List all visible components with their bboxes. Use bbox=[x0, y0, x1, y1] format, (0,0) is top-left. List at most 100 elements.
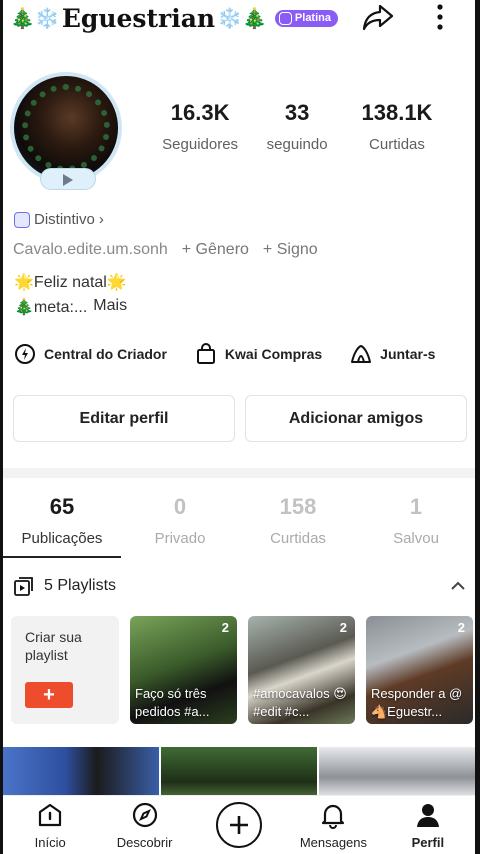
title-decoration-left: 🎄❄️ bbox=[10, 6, 60, 30]
tab-count: 0 bbox=[173, 494, 187, 519]
tab-count: 158 bbox=[279, 494, 317, 519]
nav-create[interactable] bbox=[192, 796, 286, 854]
person-icon bbox=[416, 804, 439, 827]
live-play-icon bbox=[40, 168, 96, 190]
platina-badge[interactable]: Platina bbox=[274, 9, 338, 27]
screen-edge-left bbox=[0, 0, 3, 854]
playlists-header[interactable]: 5 Playlists bbox=[14, 574, 466, 598]
avatar-container[interactable] bbox=[10, 72, 126, 192]
add-gender-button[interactable]: + Gênero bbox=[182, 241, 249, 259]
plus-icon bbox=[230, 816, 249, 834]
playlist-caption: #amocavalos 😍 #edit #c... bbox=[253, 686, 347, 719]
create-playlist-card[interactable]: Criar sua playlist + bbox=[11, 616, 119, 724]
tab-label: Privado bbox=[154, 530, 206, 547]
playlist-count: 2 bbox=[221, 620, 229, 635]
tab-private[interactable]: 0 Privado bbox=[121, 494, 239, 558]
screen-edge-right bbox=[475, 0, 480, 854]
tab-count: 65 bbox=[49, 494, 75, 519]
nav-messages-label: Mensagens bbox=[299, 835, 368, 850]
following-count: 33 bbox=[284, 100, 310, 125]
playlist-caption: Responder a @🐴Eguestr... bbox=[371, 686, 463, 719]
nav-discover-label: Descobrir bbox=[116, 835, 173, 850]
playlist-carousel: Criar sua playlist + 2 Faço só três pedi… bbox=[11, 616, 475, 724]
create-playlist-label: Criar sua playlist bbox=[25, 629, 82, 663]
profile-title: 🎄❄️ Eguestrian ❄️🎄 bbox=[8, 4, 269, 33]
bio-more-link[interactable]: Mais bbox=[93, 297, 127, 317]
create-button bbox=[216, 802, 263, 848]
bio-line-1: 🌟Feliz natal🌟 bbox=[14, 274, 127, 291]
profile-name: Eguestrian bbox=[61, 3, 216, 33]
title-decoration-right: ❄️🎄 bbox=[217, 6, 267, 30]
create-playlist-button[interactable]: + bbox=[25, 682, 73, 708]
video-thumbnail[interactable] bbox=[3, 747, 159, 797]
bottom-navigation: Início Descobrir Mensagens Perfil bbox=[3, 795, 475, 854]
playlists-count-label: 5 Playlists bbox=[44, 577, 117, 594]
share-button[interactable] bbox=[360, 0, 396, 34]
tab-likes[interactable]: 158 Curtidas bbox=[239, 494, 357, 558]
profile-link[interactable]: Cavalo.edite.um.sonh bbox=[13, 241, 168, 259]
video-thumbnail[interactable] bbox=[161, 747, 317, 797]
creator-center-shortcut[interactable]: Central do Criador bbox=[14, 340, 167, 368]
edit-profile-button[interactable]: Editar perfil bbox=[13, 395, 235, 442]
likes-label: Curtidas bbox=[369, 136, 425, 153]
following-stat[interactable]: 33 seguindo bbox=[260, 100, 334, 153]
kwai-shopping-shortcut[interactable]: Kwai Compras bbox=[195, 340, 322, 368]
tab-count: 1 bbox=[409, 494, 423, 519]
wreath-decoration bbox=[22, 84, 110, 172]
creator-center-icon bbox=[15, 344, 35, 364]
chevron-right-icon: › bbox=[98, 211, 104, 228]
tab-publications[interactable]: 65 Publicações bbox=[3, 494, 121, 558]
nav-profile-label: Perfil bbox=[411, 835, 445, 850]
shortcut-row: Central do Criador Kwai Compras Juntar-s bbox=[14, 340, 476, 368]
tab-label: Salvou bbox=[393, 530, 439, 547]
playlist-item[interactable]: 2 Responder a @🐴Eguestr... bbox=[366, 616, 473, 724]
tab-label: Curtidas bbox=[270, 530, 326, 547]
following-label: seguindo bbox=[266, 136, 328, 153]
add-friends-button[interactable]: Adicionar amigos bbox=[245, 395, 467, 442]
video-thumbnail[interactable] bbox=[319, 747, 475, 797]
followers-count: 16.3K bbox=[170, 100, 230, 125]
likes-count: 138.1K bbox=[361, 100, 433, 125]
top-bar: 🎄❄️ Eguestrian ❄️🎄 Platina bbox=[8, 0, 472, 36]
bio-line-2: 🎄meta:... Mais bbox=[14, 297, 127, 317]
playlist-item[interactable]: 2 #amocavalos 😍 #edit #c... bbox=[248, 616, 355, 724]
join-shortcut[interactable]: Juntar-s bbox=[350, 340, 435, 368]
distintivo-label: Distintivo bbox=[34, 211, 95, 228]
chevron-up-icon[interactable] bbox=[450, 580, 466, 592]
section-divider bbox=[3, 468, 475, 478]
playlist-caption: Faço só três pedidos #a... bbox=[135, 686, 210, 719]
nav-profile[interactable]: Perfil bbox=[381, 796, 475, 854]
creator-center-label: Central do Criador bbox=[44, 346, 167, 362]
tab-label: Publicações bbox=[21, 530, 103, 547]
join-label: Juntar-s bbox=[380, 346, 436, 362]
nav-messages[interactable]: Mensagens bbox=[286, 796, 380, 854]
followers-label: Seguidores bbox=[162, 136, 239, 153]
distintivo-link[interactable]: Distintivo › bbox=[14, 211, 104, 228]
home-icon bbox=[39, 803, 62, 827]
profile-stats: 16.3K Seguidores 33 seguindo 138.1K Curt… bbox=[140, 100, 460, 153]
kwai-shopping-label: Kwai Compras bbox=[224, 346, 323, 362]
badge-label: Platina bbox=[294, 12, 331, 24]
distintivo-icon bbox=[14, 211, 30, 228]
video-grid bbox=[3, 747, 475, 797]
playlist-count: 2 bbox=[339, 620, 347, 635]
profile-action-buttons: Editar perfil Adicionar amigos bbox=[13, 395, 467, 442]
add-sign-button[interactable]: + Signo bbox=[263, 241, 318, 259]
playlist-count: 2 bbox=[457, 620, 465, 635]
profile-info-line: Cavalo.edite.um.sonh + Gênero + Signo bbox=[13, 241, 318, 259]
playlist-item[interactable]: 2 Faço só três pedidos #a... bbox=[130, 616, 237, 724]
more-icon bbox=[437, 4, 443, 30]
bio-text: 🎄meta:... bbox=[14, 299, 88, 316]
tab-saved[interactable]: 1 Salvou bbox=[357, 494, 475, 558]
playlist-icon bbox=[14, 577, 33, 596]
tent-icon bbox=[351, 345, 372, 363]
badge-icon bbox=[278, 11, 292, 25]
likes-stat[interactable]: 138.1K Curtidas bbox=[334, 100, 460, 153]
nav-home[interactable]: Início bbox=[3, 796, 97, 854]
nav-discover[interactable]: Descobrir bbox=[97, 796, 191, 854]
bell-icon bbox=[322, 804, 345, 829]
nav-home-label: Início bbox=[34, 835, 66, 850]
followers-stat[interactable]: 16.3K Seguidores bbox=[140, 100, 260, 153]
more-options-button[interactable] bbox=[430, 0, 450, 34]
share-icon bbox=[362, 4, 394, 31]
